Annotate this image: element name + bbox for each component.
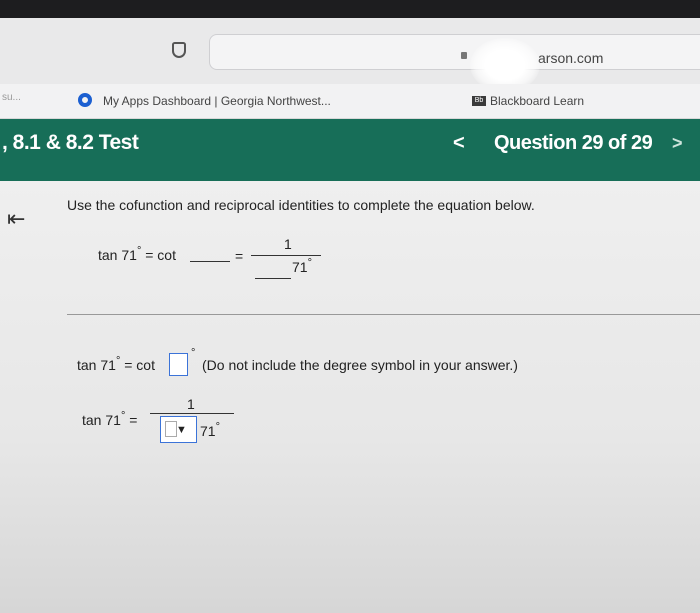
answer-equation-2: tan 71° = — [82, 410, 138, 428]
test-header: , 8.1 & 8.2 Test < Question 29 of 29 > — [0, 119, 700, 181]
answer-equation-1: tan 71° = cot — [77, 355, 155, 373]
degree-note: (Do not include the degree symbol in you… — [202, 357, 518, 373]
question-number[interactable]: Question 29 of 29 — [494, 132, 653, 155]
given-degree: ° — [136, 245, 142, 257]
collapse-arrow-icon[interactable]: ⇤ — [7, 206, 25, 232]
question-panel — [0, 181, 700, 613]
answer2-denominator: 71° — [200, 421, 220, 439]
given-fraction-bar — [251, 255, 321, 256]
given-blank — [190, 261, 230, 262]
answer1-lhs: tan 71 — [77, 357, 116, 373]
apps-dashboard-icon — [78, 93, 92, 107]
address-bar[interactable] — [209, 34, 700, 70]
answer2-fraction-bar — [150, 413, 234, 414]
bookmarks-bar: su... My Apps Dashboard | Georgia Northw… — [0, 84, 700, 119]
given-equals: = — [235, 248, 244, 264]
previous-question-button[interactable]: < — [453, 132, 465, 155]
bookmark-stub[interactable]: su... — [2, 92, 21, 103]
dropdown-arrow-icon: ▼ — [176, 424, 187, 436]
next-question-button[interactable]: > — [672, 133, 683, 154]
privacy-shield-icon[interactable] — [172, 42, 186, 58]
test-title: , 8.1 & 8.2 Test — [2, 131, 139, 154]
question-instruction: Use the cofunction and reciprocal identi… — [67, 197, 535, 213]
given-lhs: tan 71 — [98, 247, 137, 263]
answer-box-degree: ° — [191, 347, 196, 359]
blackboard-icon: Bb — [472, 96, 486, 106]
lock-icon — [461, 52, 467, 59]
answer2-numerator: 1 — [187, 396, 195, 412]
section-divider — [67, 314, 700, 315]
given-numerator: 1 — [284, 236, 292, 252]
answer2-eq: = — [125, 412, 138, 428]
given-denominator-blank — [255, 278, 291, 279]
answer2-degree: ° — [120, 410, 126, 422]
answer1-degree: ° — [115, 355, 121, 367]
answer1-cot: = cot — [120, 357, 155, 373]
cot-answer-input[interactable] — [169, 353, 188, 376]
given-denominator: 71° — [292, 257, 312, 275]
given-cot: = cot — [141, 247, 176, 263]
answer2-lhs: tan 71 — [82, 412, 121, 428]
trig-function-dropdown[interactable]: ▼ — [160, 416, 197, 443]
bookmark-blackboard[interactable]: Blackboard Learn — [490, 94, 584, 108]
bookmark-apps-dashboard[interactable]: My Apps Dashboard | Georgia Northwest... — [103, 94, 331, 108]
address-bar-url[interactable]: arson.com — [538, 50, 603, 66]
given-equation: tan 71° = cot — [98, 245, 176, 263]
